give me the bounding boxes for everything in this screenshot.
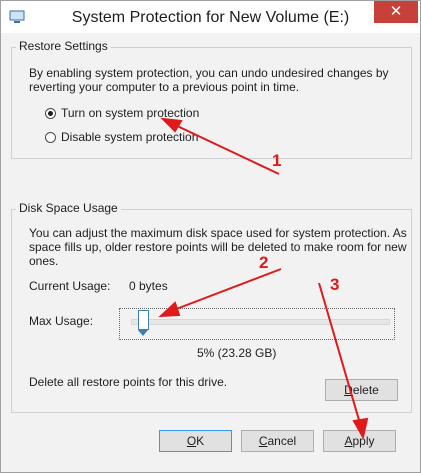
arrow-1-head [160,117,183,133]
arrow-1 [172,123,280,175]
annotation-number-3: 3 [330,275,340,294]
annotation-number-1: 1 [272,151,282,170]
arrow-3 [318,282,362,428]
annotation-number-2: 2 [259,253,269,272]
arrow-2 [170,268,282,312]
system-protection-dialog: System Protection for New Volume (E:) ✕ … [0,0,421,473]
arrow-2-head [158,301,181,318]
annotation-arrows [158,117,369,440]
arrow-3-head [352,417,369,440]
